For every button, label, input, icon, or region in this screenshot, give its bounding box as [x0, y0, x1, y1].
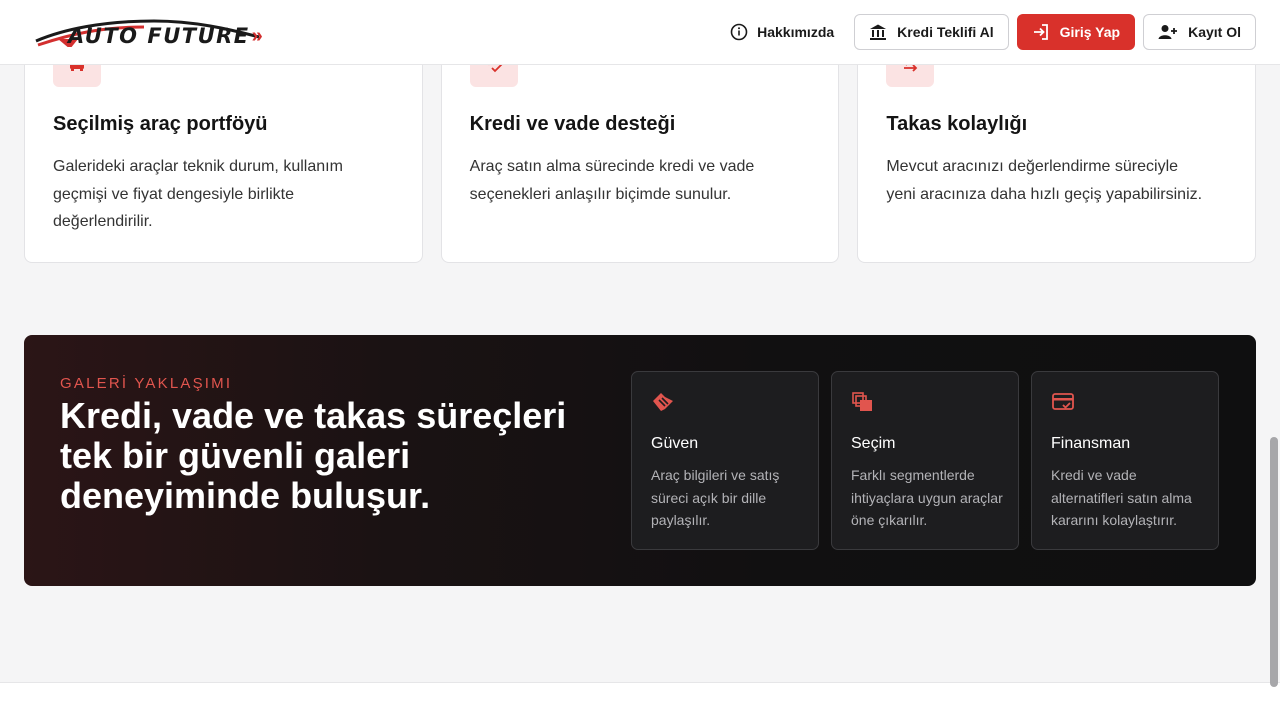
site-header: AUTO FUTURE » Hakkımızda Kredi Teklifi A…	[0, 0, 1280, 65]
feature-finance: Finansman Kredi ve vade alternatifleri s…	[1031, 371, 1219, 550]
login-label: Giriş Yap	[1059, 24, 1121, 40]
register-button[interactable]: Kayıt Ol	[1143, 14, 1256, 50]
banner-headline: Kredi, vade ve takas süreçleri tek bir g…	[60, 395, 567, 516]
banner-features: Güven Araç bilgileri ve satış süreci açı…	[631, 371, 1219, 550]
layers-icon	[851, 391, 875, 418]
card-title: Kredi ve vade desteği	[469, 113, 676, 135]
feature-text: Araç bilgileri ve satış süreci açık bir …	[651, 467, 780, 528]
bank-icon	[869, 23, 887, 41]
credit-card-icon	[1051, 391, 1075, 418]
feature-title: Seçim	[851, 435, 896, 452]
feature-trust: Güven Araç bilgileri ve satış süreci açı…	[631, 371, 819, 550]
card-text: Galerideki araçlar teknik durum, kullanı…	[53, 158, 343, 230]
nav-about-link[interactable]: Hakkımızda	[718, 14, 846, 50]
feature-title: Güven	[651, 435, 699, 452]
feature-selection: Seçim Farklı segmentlerde ihtiyaçlara uy…	[831, 371, 1019, 550]
info-icon	[730, 23, 748, 41]
logo[interactable]: AUTO FUTURE »	[30, 7, 300, 57]
footer-edge	[0, 682, 1280, 720]
logo-text: AUTO FUTURE	[68, 24, 250, 48]
register-label: Kayıt Ol	[1188, 24, 1241, 40]
feature-text: Kredi ve vade alternatifleri satın alma …	[1051, 467, 1192, 528]
feature-text: Farklı segmentlerde ihtiyaçlara uygun ar…	[851, 467, 1003, 528]
page: AUTO FUTURE » Hakkımızda Kredi Teklifi A…	[0, 0, 1280, 720]
page-scrollbar[interactable]	[1270, 437, 1278, 687]
card-title: Takas kolaylığı	[886, 113, 1028, 135]
card-title: Seçilmiş araç portföyü	[53, 113, 268, 135]
main-nav: Hakkımızda Kredi Teklifi Al Giriş Yap Ka…	[718, 14, 1256, 50]
login-icon	[1032, 23, 1050, 41]
user-plus-icon	[1158, 23, 1178, 41]
gallery-approach-banner: GALERİ YAKLAŞIMI Kredi, vade ve takas sü…	[24, 335, 1256, 586]
login-button[interactable]: Giriş Yap	[1016, 14, 1136, 50]
credit-offer-button[interactable]: Kredi Teklifi Al	[854, 14, 1009, 50]
credit-offer-label: Kredi Teklifi Al	[897, 24, 994, 40]
logo-chevrons: »	[251, 25, 263, 47]
nav-about-label: Hakkımızda	[757, 24, 835, 40]
card-text: Mevcut aracınızı değerlendirme süreciyle…	[886, 158, 1203, 203]
card-text: Araç satın alma sürecinde kredi ve vade …	[469, 158, 755, 203]
feature-title: Finansman	[1051, 435, 1131, 452]
banner-eyebrow: GALERİ YAKLAŞIMI	[60, 375, 233, 392]
handshake-icon	[651, 391, 675, 418]
